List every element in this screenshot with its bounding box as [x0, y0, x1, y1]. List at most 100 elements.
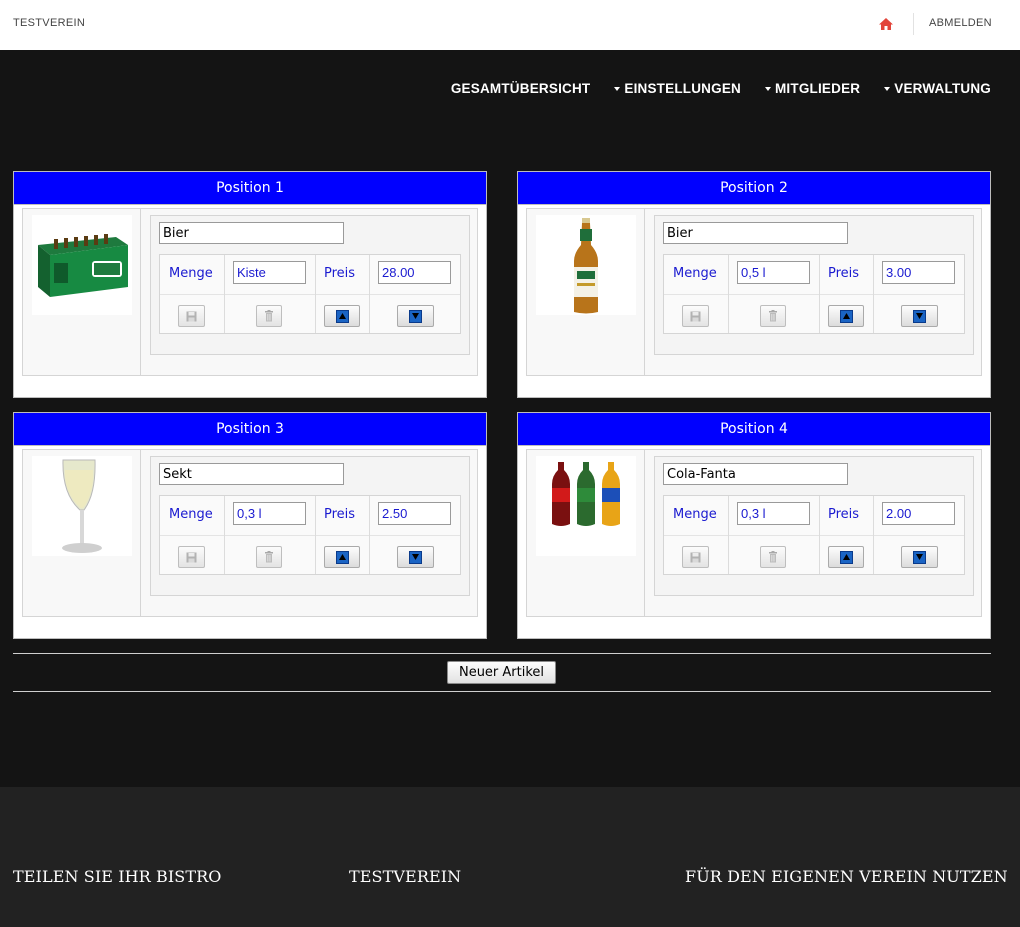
trash-icon: [768, 307, 778, 326]
position-title: Position 4: [518, 413, 990, 446]
article-name-input[interactable]: [159, 222, 344, 244]
home-icon[interactable]: [878, 16, 894, 32]
nav-item-members[interactable]: MITGLIEDER: [764, 81, 860, 96]
position-card: Position 1 Menge Preis: [13, 171, 487, 398]
article-details-grid: Menge Preis: [159, 254, 461, 334]
move-up-button[interactable]: [324, 305, 360, 327]
price-label: Preis: [324, 507, 356, 522]
logout-link[interactable]: ABMELDEN: [929, 17, 992, 29]
save-button[interactable]: [682, 546, 709, 568]
save-button[interactable]: [178, 546, 205, 568]
quantity-input[interactable]: [233, 261, 306, 284]
position-title: Position 2: [518, 172, 990, 205]
position-title: Position 1: [14, 172, 486, 205]
floppy-disk-icon: [690, 307, 701, 326]
arrow-down-icon: [409, 309, 422, 323]
article-details-grid: Menge Preis: [159, 495, 461, 575]
delete-button[interactable]: [256, 305, 282, 327]
footer-club-heading: TESTVEREIN: [349, 867, 462, 886]
position-body: Menge Preis: [22, 449, 478, 617]
trash-icon: [264, 548, 274, 567]
price-input[interactable]: [882, 261, 955, 284]
quantity-label: Menge: [169, 507, 213, 522]
caret-down-icon: [614, 86, 621, 91]
new-article-button[interactable]: Neuer Artikel: [447, 661, 556, 684]
top-bar: TESTVEREIN ABMELDEN: [0, 0, 1020, 50]
quantity-label: Menge: [673, 266, 717, 281]
arrow-down-icon: [409, 550, 422, 564]
save-button[interactable]: [178, 305, 205, 327]
position-body: Menge Preis: [22, 208, 478, 376]
move-up-button[interactable]: [324, 546, 360, 568]
nav-item-label: EINSTELLUNGEN: [624, 81, 741, 96]
price-label: Preis: [324, 266, 356, 281]
grid-line: [819, 496, 820, 574]
article-name-input[interactable]: [663, 222, 848, 244]
footer: TEILEN SIE IHR BISTRO TESTVEREIN FÜR DEN…: [0, 787, 1020, 927]
arrow-up-icon: [335, 550, 349, 564]
image-cell: [23, 450, 141, 616]
article-editor: Menge Preis: [150, 215, 470, 355]
article-editor: Menge Preis: [150, 456, 470, 596]
grid-line: [315, 496, 316, 574]
move-up-button[interactable]: [828, 546, 864, 568]
trash-icon: [264, 307, 274, 326]
position-body: Menge Preis: [526, 208, 982, 376]
quantity-input[interactable]: [737, 261, 810, 284]
quantity-label: Menge: [673, 507, 717, 522]
grid-line: [728, 255, 729, 333]
beer-crate-image: [32, 215, 132, 315]
grid-line: [369, 496, 370, 574]
champagne-glass-image: [32, 456, 132, 556]
nav-item-settings[interactable]: EINSTELLUNGEN: [614, 81, 741, 96]
floppy-disk-icon: [186, 548, 197, 567]
move-down-button[interactable]: [397, 305, 434, 327]
price-label: Preis: [828, 266, 860, 281]
caret-down-icon: [764, 86, 771, 91]
move-up-button[interactable]: [828, 305, 864, 327]
delete-button[interactable]: [256, 546, 282, 568]
quantity-label: Menge: [169, 266, 213, 281]
brand-name[interactable]: TESTVEREIN: [13, 17, 85, 29]
arrow-up-icon: [839, 550, 853, 564]
move-down-button[interactable]: [901, 305, 938, 327]
arrow-up-icon: [335, 309, 349, 323]
soda-bottles-image: [536, 456, 636, 556]
arrow-up-icon: [839, 309, 853, 323]
grid-line: [224, 255, 225, 333]
position-card: Position 4 Menge Preis: [517, 412, 991, 639]
price-input[interactable]: [882, 502, 955, 525]
save-button[interactable]: [682, 305, 709, 327]
grid-line: [819, 255, 820, 333]
grid-line: [728, 496, 729, 574]
article-details-grid: Menge Preis: [663, 254, 965, 334]
arrow-down-icon: [913, 550, 926, 564]
move-down-button[interactable]: [901, 546, 938, 568]
grid-line: [315, 255, 316, 333]
footer-share-heading: TEILEN SIE IHR BISTRO: [13, 867, 222, 886]
article-name-input[interactable]: [159, 463, 344, 485]
image-cell: [527, 209, 645, 375]
beer-bottle-image: [536, 215, 636, 315]
nav-item-label: VERWALTUNG: [894, 81, 991, 96]
delete-button[interactable]: [760, 305, 786, 327]
trash-icon: [768, 548, 778, 567]
nav-item-administration[interactable]: VERWALTUNG: [884, 81, 991, 96]
article-name-input[interactable]: [663, 463, 848, 485]
topbar-separator: [913, 13, 914, 35]
article-details-grid: Menge Preis: [663, 495, 965, 575]
price-input[interactable]: [378, 502, 451, 525]
quantity-input[interactable]: [737, 502, 810, 525]
image-cell: [23, 209, 141, 375]
floppy-disk-icon: [690, 548, 701, 567]
arrow-down-icon: [913, 309, 926, 323]
divider-bottom: [13, 691, 991, 692]
image-cell: [527, 450, 645, 616]
delete-button[interactable]: [760, 546, 786, 568]
quantity-input[interactable]: [233, 502, 306, 525]
price-input[interactable]: [378, 261, 451, 284]
floppy-disk-icon: [186, 307, 197, 326]
move-down-button[interactable]: [397, 546, 434, 568]
grid-line: [369, 255, 370, 333]
nav-item-overview[interactable]: GESAMTÜBERSICHT: [451, 81, 591, 96]
